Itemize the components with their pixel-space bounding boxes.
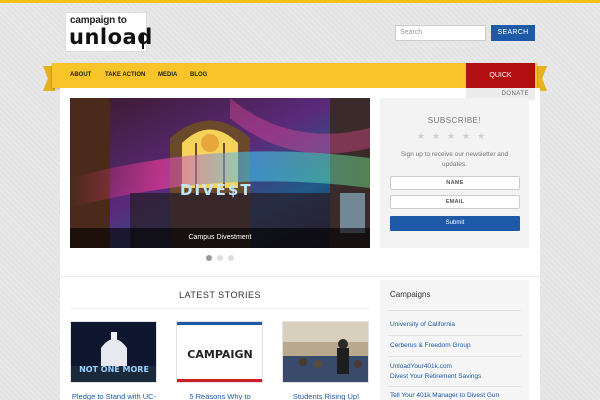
campaigns-heading: Campaigns (390, 290, 431, 299)
star-divider-icon: ★★★★★ (416, 131, 493, 141)
featured-slider[interactable]: DIVE$T Campus Divestment (70, 98, 370, 248)
slider-dot-2[interactable] (217, 255, 223, 261)
top-accent-bar (0, 0, 600, 3)
slide-caption: Campus Divestment (70, 228, 370, 248)
campaigns-rule (388, 356, 521, 357)
campaigns-panel: Campaigns University of California Cerbe… (380, 280, 529, 400)
campaign-link-401k-manager[interactable]: Tell Your 401k Manager to Divest Gun (390, 391, 499, 400)
slide-image: DIVE$T (70, 98, 370, 248)
search-input[interactable]: Search (395, 25, 486, 41)
quick-button[interactable]: QUICK (466, 63, 535, 88)
story-image-1-text: NOT ONE MORE (79, 365, 149, 374)
nav-item-about[interactable]: ABOUT (70, 63, 91, 88)
main-nav: ABOUT TAKE ACTION MEDIA BLOG (52, 63, 537, 88)
story-title-1[interactable]: Pledge to Stand with UC- (64, 392, 164, 400)
section-divider (60, 276, 540, 277)
subscribe-panel: SUBSCRIBE! ★★★★★ Sign up to receive our … (380, 98, 529, 248)
nav-item-take-action[interactable]: TAKE ACTION (105, 63, 145, 88)
latest-stories-rule (70, 308, 370, 309)
latest-stories-heading: LATEST STORIES (178, 290, 262, 300)
campaigns-rule (388, 335, 521, 336)
slider-dot-3[interactable] (228, 255, 234, 261)
nav-item-media[interactable]: MEDIA (158, 63, 177, 88)
campaigns-rule (388, 310, 521, 311)
campaign-link-401k-sub[interactable]: Divest Your Retirement Savings (390, 372, 481, 382)
nav-item-blog[interactable]: BLOG (190, 63, 207, 88)
campaign-link-401k[interactable]: UnloadYour401k.com (390, 362, 452, 372)
subscribe-title: SUBSCRIBE! (427, 116, 482, 125)
story-title-3[interactable]: Students Rising Up! (276, 392, 376, 400)
logo-fuse-mark (142, 33, 144, 49)
email-field[interactable]: EMAIL (390, 195, 520, 209)
divest-sign: DIVE$T (180, 181, 253, 199)
story-image-2-text: CAMPAIGN (187, 348, 252, 361)
logo-text-main: unload (69, 25, 153, 49)
name-field[interactable]: NAME (390, 176, 520, 190)
subscribe-description: Sign up to receive our newsletter and up… (400, 151, 509, 168)
story-image-3[interactable] (282, 321, 369, 383)
story-image-1[interactable]: NOT ONE MORE (70, 321, 157, 383)
campaigns-rule (388, 386, 521, 387)
slider-dot-1[interactable] (206, 255, 212, 261)
campaign-link-cerberus[interactable]: Cerberus & Freedom Group (390, 341, 471, 351)
site-logo[interactable]: campaign to unload (65, 12, 152, 52)
story-image-2[interactable]: CAMPAIGN (176, 321, 263, 383)
campaign-link-uc[interactable]: University of California (390, 320, 455, 330)
story-title-2[interactable]: 5 Reasons Why to (170, 392, 270, 400)
submit-button[interactable]: Submit (390, 216, 520, 231)
search-button[interactable]: SEARCH (491, 25, 535, 41)
